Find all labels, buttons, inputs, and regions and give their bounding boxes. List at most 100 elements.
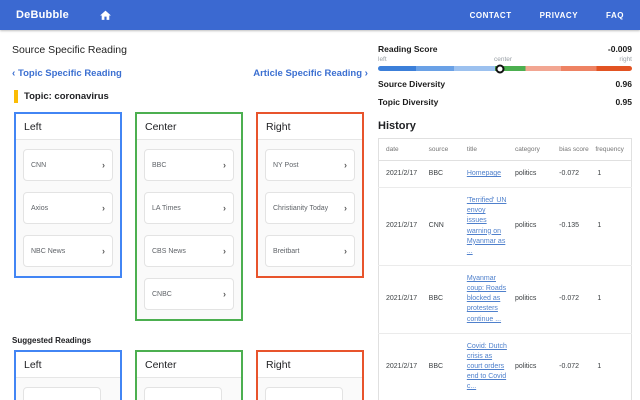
article-specific-reading-label: Article Specific Reading: [253, 68, 363, 79]
source-diversity-row: Source Diversity 0.96: [378, 79, 632, 89]
slider-center-label: center: [493, 56, 513, 63]
source-card[interactable]: Christianity Today ›: [265, 192, 355, 224]
history-table-row: 2021/2/17 BBC Myanmar coup: Roads blocked …: [378, 265, 632, 334]
source-box-left: Left CNN › Axios › NBC News ›: [14, 112, 122, 278]
reading-score-value: -0.009: [607, 44, 632, 54]
nav-privacy-link[interactable]: PRIVACY: [540, 11, 578, 20]
article-specific-reading-link[interactable]: Article Specific Reading ›: [253, 68, 368, 79]
history-cell-date: 2021/2/17: [378, 333, 425, 400]
history-column-header: source: [424, 138, 463, 161]
source-box-content: Politico›: [16, 377, 120, 400]
source-card-label: Christianity Today: [273, 204, 329, 212]
source-card[interactable]: Politico›: [23, 387, 101, 400]
slider-right-label: right: [619, 56, 632, 63]
chevron-right-icon: ›: [102, 246, 105, 256]
source-box-label: Left: [24, 359, 42, 371]
suggested-readings-heading: Suggested Readings: [12, 336, 92, 345]
suggested-columns: Left Politico› Center BBC› Right NY Post›: [14, 350, 368, 400]
page-title: Source Specific Reading: [12, 44, 127, 56]
source-columns: Left CNN › Axios › NBC News › Center BBC › LA Time…: [14, 112, 368, 321]
article-title-link[interactable]: Homepage: [467, 170, 501, 177]
history-column-header: category: [511, 138, 556, 161]
source-box-right: Right NY Post › Christianity Today › Breitbar…: [256, 112, 364, 278]
source-box-label: Left: [24, 121, 42, 133]
history-table-header: date source title category bias score frequen…: [378, 138, 632, 161]
source-box-label: Center: [145, 121, 177, 133]
source-card[interactable]: CBS News ›: [144, 235, 234, 267]
chevron-right-icon: ›: [102, 203, 105, 213]
source-box-center: Center BBC›: [135, 350, 243, 400]
chevron-left-icon: ‹: [12, 68, 16, 79]
history-table-row: 2021/2/17 CNN 'Terrified' UN envoy issues …: [378, 187, 632, 266]
source-card-label: NBC News: [31, 247, 66, 255]
brand-title: DeBubble: [16, 9, 69, 21]
topic-specific-reading-label: Topic Specific Reading: [17, 68, 122, 79]
history-cell-category: politics: [511, 160, 556, 189]
history-cell-source: BBC: [424, 265, 463, 334]
debubble-app: DeBubble CONTACT PRIVACY FAQ Source Spec…: [0, 0, 640, 400]
history-cell-frequency: 1: [593, 265, 632, 334]
nav-contact-link[interactable]: CONTACT: [470, 11, 512, 20]
history-cell-category: politics: [511, 265, 556, 334]
history-cell-bias-score: -0.072: [555, 265, 594, 334]
source-card[interactable]: LA Times ›: [144, 192, 234, 224]
history-cell-bias-score: -0.072: [555, 160, 594, 189]
home-button[interactable]: [99, 9, 112, 22]
slider-left-label: left: [378, 56, 387, 63]
source-box-label: Right: [266, 359, 291, 371]
source-card-label: CBS News: [152, 247, 186, 255]
source-card-label: Axios: [31, 204, 49, 212]
chevron-right-icon: ›: [344, 160, 347, 170]
history-table: date source title category bias score frequen…: [378, 138, 632, 400]
reading-panel: Source Specific Reading ‹ Topic Specific…: [0, 30, 376, 400]
source-card[interactable]: NBC News ›: [23, 235, 113, 267]
source-card-label: LA Times: [152, 204, 181, 212]
bias-slider-marker[interactable]: [495, 64, 505, 73]
chevron-right-icon: ›: [344, 246, 347, 256]
history-cell-title: Covid: Dutch crisis as court orders end …: [462, 333, 511, 400]
topic-specific-reading-link[interactable]: ‹ Topic Specific Reading: [12, 68, 122, 79]
source-card-label: Breitbart: [273, 247, 300, 255]
bias-slider-track: [378, 64, 632, 73]
reading-score-row: Reading Score -0.009: [378, 44, 632, 54]
article-title-link[interactable]: Myanmar coup: Roads blocked as protester…: [467, 275, 506, 323]
source-card-label: NY Post: [273, 161, 299, 169]
source-box-right: Right NY Post›: [256, 350, 364, 400]
history-cell-date: 2021/2/17: [378, 160, 425, 189]
history-cell-title: Homepage: [462, 160, 511, 189]
source-card[interactable]: BBC ›: [144, 149, 234, 181]
source-card[interactable]: CNN ›: [23, 149, 113, 181]
source-card-label: CNN: [31, 161, 47, 169]
history-cell-date: 2021/2/17: [378, 265, 425, 334]
stats-panel: Reading Score -0.009 left center right S…: [376, 30, 640, 400]
chevron-right-icon: ›: [364, 68, 368, 79]
source-card[interactable]: BBC›: [144, 387, 222, 400]
history-cell-source: CNN: [424, 187, 463, 266]
history-table-row: 2021/2/17 BBC Homepage politics -0.072 1: [378, 160, 632, 189]
source-card-label: CNBC: [152, 290, 172, 298]
source-box-content: NY Post›: [258, 377, 362, 400]
history-cell-title: Myanmar coup: Roads blocked as protester…: [462, 265, 511, 334]
source-box-content: NY Post › Christianity Today › Breitbart ›: [258, 139, 362, 276]
source-box-center: Center BBC › LA Times › CBS News › CNBC ›: [135, 112, 243, 321]
history-table-row: 2021/2/17 BBC Covid: Dutch crisis as court…: [378, 333, 632, 400]
article-title-link[interactable]: Covid: Dutch crisis as court orders end …: [467, 343, 507, 391]
bias-slider-labels: left center right: [378, 56, 632, 63]
chevron-right-icon: ›: [344, 203, 347, 213]
history-column-header: date: [378, 138, 425, 161]
nav-faq-link[interactable]: FAQ: [606, 11, 624, 20]
source-card[interactable]: CNBC ›: [144, 278, 234, 310]
source-card[interactable]: NY Post›: [265, 387, 343, 400]
source-card-label: BBC: [152, 161, 167, 169]
source-card[interactable]: NY Post ›: [265, 149, 355, 181]
source-card[interactable]: Axios ›: [23, 192, 113, 224]
source-card[interactable]: Breitbart ›: [265, 235, 355, 267]
history-column-header: bias score: [555, 138, 594, 161]
chevron-right-icon: ›: [223, 160, 226, 170]
article-title-link[interactable]: 'Terrified' UN envoy issues warning on M…: [467, 197, 507, 255]
history-cell-frequency: 1: [593, 160, 632, 189]
topic-diversity-label: Topic Diversity: [378, 97, 439, 107]
source-box-content: CNN › Axios › NBC News ›: [16, 139, 120, 276]
chevron-right-icon: ›: [102, 160, 105, 170]
history-cell-source: BBC: [424, 160, 463, 189]
